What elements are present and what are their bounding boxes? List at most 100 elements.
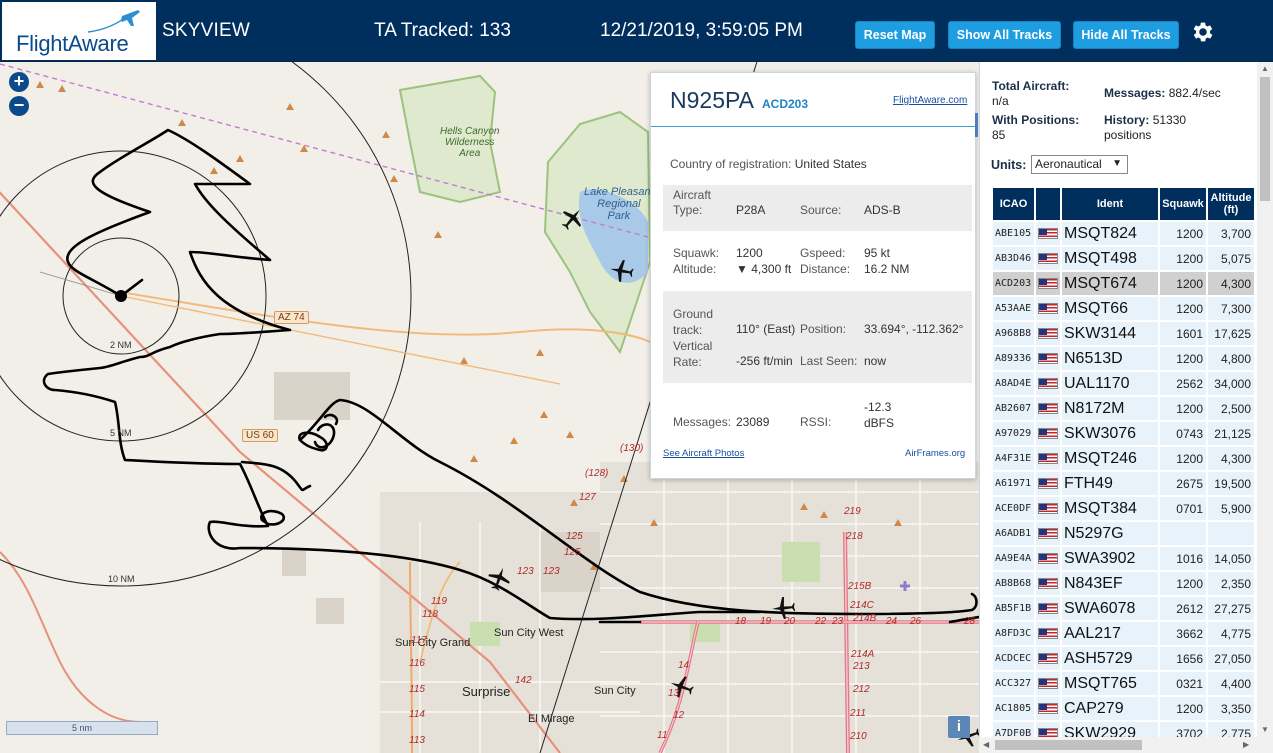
ident-cell: MSQT674	[1062, 272, 1158, 295]
aircraft-icon[interactable]	[609, 258, 635, 284]
table-row[interactable]: AB5F1B SWA6078 2612 27,275	[993, 597, 1254, 620]
vertical-scrollbar[interactable]: ▲ ▼	[1257, 62, 1273, 737]
ident-cell: AAL217	[1062, 622, 1158, 645]
mile-marker: 22	[815, 616, 827, 627]
scroll-down-icon[interactable]: ▼	[1261, 725, 1269, 734]
total-aircraft-label: Total Aircraft:	[992, 79, 1070, 93]
flag-cell	[1036, 297, 1060, 320]
table-row[interactable]: A53AAE MSQT66 1200 7,300	[993, 297, 1254, 320]
with-positions-label: With Positions:	[992, 113, 1080, 127]
flag-cell	[1036, 272, 1060, 295]
aircraft-icon[interactable]	[486, 566, 512, 592]
scroll-right-icon[interactable]: ▶	[1243, 740, 1249, 749]
range-ring-label-2nm: 2 NM	[110, 340, 132, 350]
us-flag-icon	[1038, 653, 1058, 664]
table-row[interactable]: ACD203 MSQT674 1200 4,300	[993, 272, 1254, 295]
squawk-cell: 1200	[1160, 447, 1206, 470]
icao-cell: A53AAE	[993, 297, 1034, 320]
airframes-link[interactable]: AirFrames.org	[905, 448, 965, 459]
altitude-cell: 5,075	[1208, 247, 1254, 270]
flightaware-link[interactable]: FlightAware.com	[893, 95, 967, 106]
table-row[interactable]: AA9E4A SWA3902 1016 14,050	[993, 547, 1254, 570]
us-flag-icon	[1038, 453, 1058, 464]
flag-cell	[1036, 697, 1060, 720]
mile-marker: 119	[431, 596, 447, 607]
column-header[interactable]: Altitude (ft)	[1208, 188, 1254, 220]
mile-marker: 12	[673, 710, 685, 721]
aircraft-icon[interactable]	[559, 206, 585, 232]
flightaware-logo[interactable]: FlightAware	[2, 2, 156, 60]
altitude-cell: 17,625	[1208, 322, 1254, 345]
squawk-cell: 1656	[1160, 647, 1206, 670]
history-stat: History: 51330 positions	[1104, 113, 1186, 143]
ident-cell: UAL1170	[1062, 372, 1158, 395]
table-row[interactable]: A968B8 SKW3144 1601 17,625	[993, 322, 1254, 345]
gear-icon[interactable]	[1190, 19, 1216, 45]
flag-cell	[1036, 597, 1060, 620]
zoom-out-button[interactable]: −	[9, 96, 29, 116]
messages-label: Messages:	[673, 415, 732, 429]
column-header[interactable]	[1036, 188, 1060, 220]
table-row[interactable]: ABE105 MSQT824 1200 3,700	[993, 222, 1254, 245]
flag-cell	[1036, 672, 1060, 695]
flag-cell	[1036, 622, 1060, 645]
units-select[interactable]: Aeronautical ▼	[1031, 155, 1128, 174]
flag-cell	[1036, 647, 1060, 670]
ident-cell: N6513D	[1062, 347, 1158, 370]
hide-all-tracks-button[interactable]: Hide All Tracks	[1073, 21, 1179, 49]
city-label-sun-city-west: Sun City West	[494, 627, 564, 639]
us-flag-icon	[1038, 528, 1058, 539]
squawk-cell: 1200	[1160, 697, 1206, 720]
rssi-label: RSSI:	[800, 415, 832, 429]
us-flag-icon	[1038, 353, 1058, 364]
ground-track-label: Ground track:	[673, 307, 714, 337]
zoom-in-button[interactable]: +	[9, 72, 29, 92]
table-row[interactable]: ACC327 MSQT765 0321 4,400	[993, 672, 1254, 695]
aircraft-photos-link[interactable]: See Aircraft Photos	[663, 448, 744, 459]
ident-cell: ASH5729	[1062, 647, 1158, 670]
mile-marker: 19	[760, 616, 772, 627]
ident-cell: FTH49	[1062, 472, 1158, 495]
table-row[interactable]: AB2607 N8172M 1200 2,500	[993, 397, 1254, 420]
with-positions-stat: With Positions: 85	[992, 113, 1079, 143]
flag-cell	[1036, 497, 1060, 520]
table-row[interactable]: AC1805 CAP279 1200 3,350	[993, 697, 1254, 720]
table-row[interactable]: A4F31E MSQT246 1200 4,300	[993, 447, 1254, 470]
table-row[interactable]: A61971 FTH49 2675 19,500	[993, 472, 1254, 495]
info-button[interactable]: i	[948, 716, 970, 738]
aircraft-type-value: P28A	[736, 203, 766, 217]
table-row[interactable]: A97029 SKW3076 0743 21,125	[993, 422, 1254, 445]
country-row: Country of registration: United States	[670, 157, 867, 171]
table-row[interactable]: AB8B68 N843EF 1200 2,350	[993, 572, 1254, 595]
messages-stat-value: 882.4/sec	[1168, 86, 1221, 100]
scroll-left-icon[interactable]: ◀	[983, 740, 989, 749]
table-row[interactable]: AB3D46 MSQT498 1200 5,075	[993, 247, 1254, 270]
aircraft-table-wrapper[interactable]: ICAO Ident Squawk Altitude (ft) ABE105 MSQT8…	[991, 186, 1258, 739]
show-all-tracks-button[interactable]: Show All Tracks	[948, 21, 1061, 49]
column-header[interactable]: ICAO	[993, 188, 1034, 220]
position-value: 33.694°, -112.362°	[864, 322, 964, 336]
mile-marker: 117	[411, 635, 427, 646]
flag-cell	[1036, 397, 1060, 420]
flag-cell	[1036, 522, 1060, 545]
us-flag-icon	[1038, 428, 1058, 439]
table-row[interactable]: A8AD4E UAL1170 2562 34,000	[993, 372, 1254, 395]
altitude-cell: 7,300	[1208, 297, 1254, 320]
table-row[interactable]: A8FD3C AAL217 3662 4,775	[993, 622, 1254, 645]
popup-accent-bar	[975, 113, 978, 137]
reset-map-button[interactable]: Reset Map	[855, 21, 935, 49]
table-row[interactable]: ACDCEC ASH5729 1656 27,050	[993, 647, 1254, 670]
altitude-cell: 27,050	[1208, 647, 1254, 670]
mile-marker: 26	[910, 616, 922, 627]
horizontal-scrollbar[interactable]: ◀ ▶	[979, 737, 1273, 753]
scroll-up-icon[interactable]: ▲	[1261, 64, 1269, 73]
table-row[interactable]: A6ADB1 N5297G	[993, 522, 1254, 545]
vertical-scroll-thumb[interactable]	[1260, 77, 1270, 201]
horizontal-scroll-thumb[interactable]	[995, 740, 1142, 750]
column-header[interactable]: Squawk	[1160, 188, 1206, 220]
table-row[interactable]: ACE0DF MSQT384 0701 5,900	[993, 497, 1254, 520]
mile-marker: 123	[517, 566, 534, 577]
table-row[interactable]: A89336 N6513D 1200 4,800	[993, 347, 1254, 370]
column-header[interactable]: Ident	[1062, 188, 1158, 220]
squawk-label: Squawk:	[673, 246, 720, 260]
